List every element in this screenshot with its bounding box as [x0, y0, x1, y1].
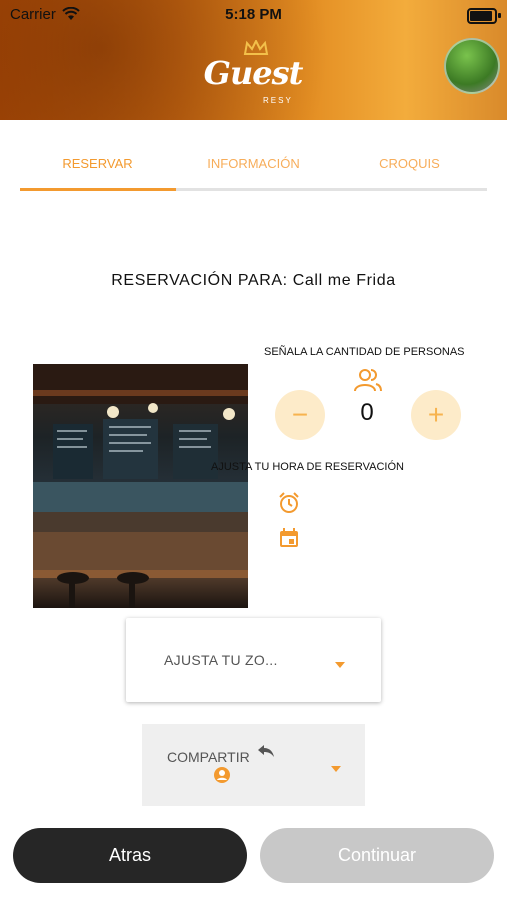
- back-button[interactable]: Atras: [13, 828, 247, 883]
- share-select[interactable]: COMPARTIR: [142, 724, 365, 806]
- account-icon: [214, 767, 230, 788]
- decrease-people-button[interactable]: −: [275, 390, 325, 440]
- app-logo: Guest RESY: [203, 38, 304, 115]
- calendar-icon[interactable]: [278, 527, 300, 554]
- zone-select[interactable]: AJUSTA TU ZO...: [126, 618, 381, 702]
- tab-underline: [20, 188, 487, 191]
- battery-icon: [467, 8, 497, 24]
- tab-reservar[interactable]: RESERVAR: [20, 156, 175, 171]
- reservation-title: RESERVACIÓN PARA: Call me Frida: [111, 272, 396, 289]
- tab-informacion[interactable]: INFORMACIÓN: [176, 156, 331, 171]
- battery-tip: [498, 13, 501, 18]
- alarm-icon[interactable]: [278, 492, 300, 519]
- status-bar: Carrier 5:18 PM: [0, 4, 507, 26]
- share-label: COMPARTIR: [167, 749, 250, 765]
- tab-active-indicator: [20, 188, 176, 191]
- reply-icon: [257, 744, 275, 763]
- people-count-label: SEÑALA LA CANTIDAD DE PERSONAS: [264, 346, 465, 358]
- restaurant-photo: [33, 364, 248, 608]
- user-avatar[interactable]: [444, 38, 500, 94]
- header-banner: Carrier 5:18 PM Guest RESY: [0, 0, 507, 120]
- logo-subtext: RESY: [263, 96, 293, 105]
- caret-down-icon: [330, 760, 342, 778]
- people-icon: [353, 367, 383, 398]
- time-label: AJUSTA TU HORA DE RESERVACIÓN: [211, 461, 404, 473]
- caret-down-icon: [334, 656, 346, 674]
- people-count: 0: [360, 399, 374, 426]
- tab-croquis[interactable]: CROQUIS: [332, 156, 487, 171]
- increase-people-button[interactable]: +: [411, 390, 461, 440]
- tab-bar: RESERVAR INFORMACIÓN CROQUIS: [20, 145, 487, 191]
- continue-button[interactable]: Continuar: [260, 828, 494, 883]
- logo-text: Guest: [203, 54, 304, 92]
- clock-time: 5:18 PM: [225, 6, 282, 23]
- zone-select-value: AJUSTA TU ZO...: [164, 652, 278, 668]
